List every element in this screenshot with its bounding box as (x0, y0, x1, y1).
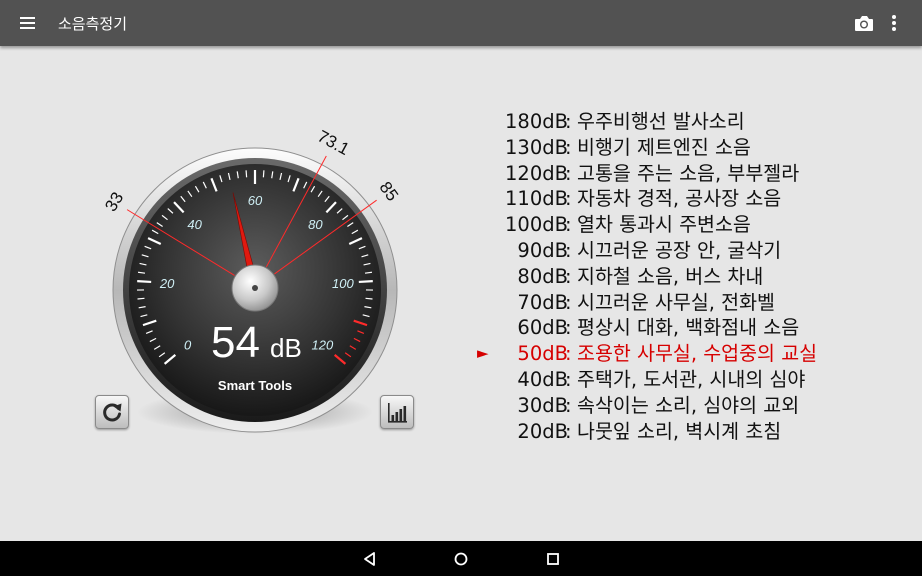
noise-level-separator: : (565, 238, 572, 262)
noise-level-separator: : (565, 367, 572, 391)
noise-level-db: 60dB (517, 316, 568, 340)
gauge-scale-label: 40 (187, 217, 202, 232)
noise-level-description: 열차 통과시 주변소음 (577, 213, 751, 237)
noise-level-row: 130dB: 비행기 제트엔진 소음 (470, 135, 910, 161)
noise-level-db: 90dB (517, 238, 568, 262)
gauge-tick (365, 297, 373, 300)
noise-level-description: 시끄러운 사무실, 전화벨 (577, 290, 775, 314)
noise-level-description: 지하철 소음, 버스 차내 (577, 264, 764, 288)
sound-meter-gauge: 0 20 40 60 80 100 120 33 73.1 85 54 dB Smart Too… (101, 127, 402, 434)
noise-level-description: 우주비행선 발사소리 (577, 110, 745, 133)
noise-level-db: 40dB (517, 367, 568, 391)
noise-level-separator: : (565, 316, 572, 340)
noise-level-description: 주택가, 도서관, 시내의 심야 (577, 367, 806, 391)
noise-level-db: 130dB (505, 135, 568, 159)
noise-level-separator: : (565, 161, 572, 185)
noise-level-separator: : (565, 110, 572, 133)
back-icon[interactable] (360, 549, 380, 569)
dB-unit: dB (270, 333, 302, 363)
noise-level-separator: : (565, 264, 572, 288)
noise-level-row: ► 50dB: 조용한 사무실, 수업중의 교실 (470, 341, 910, 367)
gauge-scale-label: 100 (332, 276, 354, 291)
more-vert-icon[interactable] (885, 12, 903, 34)
camera-icon[interactable] (853, 12, 875, 34)
dB-reading: 54 (211, 318, 260, 367)
brand-label: Smart Tools (218, 378, 292, 393)
noise-level-list: 180dB: 우주비행선 발사소리 130dB: 비행기 제트엔진 소음 120dB: 고… (470, 109, 910, 444)
noise-level-db: 180dB (505, 110, 568, 133)
noise-level-db: 110dB (505, 187, 568, 211)
noise-level-separator: : (565, 393, 572, 417)
noise-level-description: 시끄러운 공장 안, 굴삭기 (577, 238, 782, 262)
gauge-hub-pin (252, 285, 258, 291)
noise-level-description: 속삭이는 소리, 심야의 교외 (577, 393, 800, 417)
system-nav-bar (0, 541, 922, 576)
recents-icon[interactable] (543, 549, 563, 569)
noise-level-db: 20dB (517, 419, 568, 443)
gauge-scale-label: 80 (308, 217, 323, 232)
noise-level-description: 고통을 주는 소음, 부부젤라 (577, 161, 800, 185)
noise-level-db: 30dB (517, 393, 568, 417)
noise-level-row: 70dB: 시끄러운 사무실, 전화벨 (470, 290, 910, 316)
gauge-scale-label: 20 (159, 276, 175, 291)
noise-level-row: 90dB: 시끄러운 공장 안, 굴삭기 (470, 238, 910, 264)
gauge-tick (358, 280, 373, 284)
noise-level-separator: : (565, 213, 572, 237)
gauge-tick (245, 170, 248, 178)
refresh-icon (103, 403, 122, 422)
current-level-arrow-icon: ► (477, 344, 489, 363)
noise-level-separator: : (565, 342, 572, 366)
home-icon[interactable] (451, 549, 471, 569)
noise-level-db: 70dB (517, 290, 568, 314)
noise-level-row: 180dB: 우주비행선 발사소리 (470, 109, 910, 135)
max-marker-label: 85 (376, 178, 402, 204)
noise-level-row: 30dB: 속삭이는 소리, 심야의 교외 (470, 393, 910, 419)
noise-level-row: 100dB: 열차 통과시 주변소음 (470, 212, 910, 238)
noise-level-row: 80dB: 지하철 소음, 버스 차내 (470, 264, 910, 290)
reset-button[interactable] (95, 395, 129, 429)
gauge-scale-label: 120 (312, 338, 334, 353)
noise-level-separator: : (565, 419, 572, 443)
gauge-scale-label: 0 (184, 338, 192, 353)
noise-level-db: 80dB (517, 264, 568, 288)
noise-level-separator: : (565, 187, 572, 211)
noise-level-db: 100dB (505, 213, 568, 237)
gauge-tick (137, 280, 152, 284)
bar-chart-icon (388, 403, 407, 423)
gauge-tick (137, 297, 145, 300)
noise-level-row: 20dB: 나뭇잎 소리, 벽시계 초침 (470, 419, 910, 445)
noise-level-separator: : (565, 290, 572, 314)
noise-level-row: 110dB: 자동차 경적, 공사장 소음 (470, 186, 910, 212)
avg-marker-label: 73.1 (314, 127, 352, 159)
gauge-tick (262, 170, 265, 178)
noise-level-description: 나뭇잎 소리, 벽시계 초침 (577, 419, 782, 443)
noise-level-description: 자동차 경적, 공사장 소음 (577, 187, 782, 211)
noise-level-row: 60dB: 평상시 대화, 백화점내 소음 (470, 315, 910, 341)
min-marker-label: 33 (101, 189, 127, 215)
noise-level-description: 평상시 대화, 백화점내 소음 (577, 316, 800, 340)
gauge-scale-label: 60 (248, 193, 263, 208)
noise-level-description: 조용한 사무실, 수업중의 교실 (577, 342, 818, 366)
noise-level-separator: : (565, 135, 572, 159)
noise-level-row: 40dB: 주택가, 도서관, 시내의 심야 (470, 367, 910, 393)
noise-level-description: 비행기 제트엔진 소음 (577, 135, 751, 159)
noise-level-db: 50dB (517, 342, 568, 366)
graph-button[interactable] (380, 395, 414, 429)
noise-level-row: 120dB: 고통을 주는 소음, 부부젤라 (470, 161, 910, 187)
noise-level-db: 120dB (505, 161, 568, 185)
